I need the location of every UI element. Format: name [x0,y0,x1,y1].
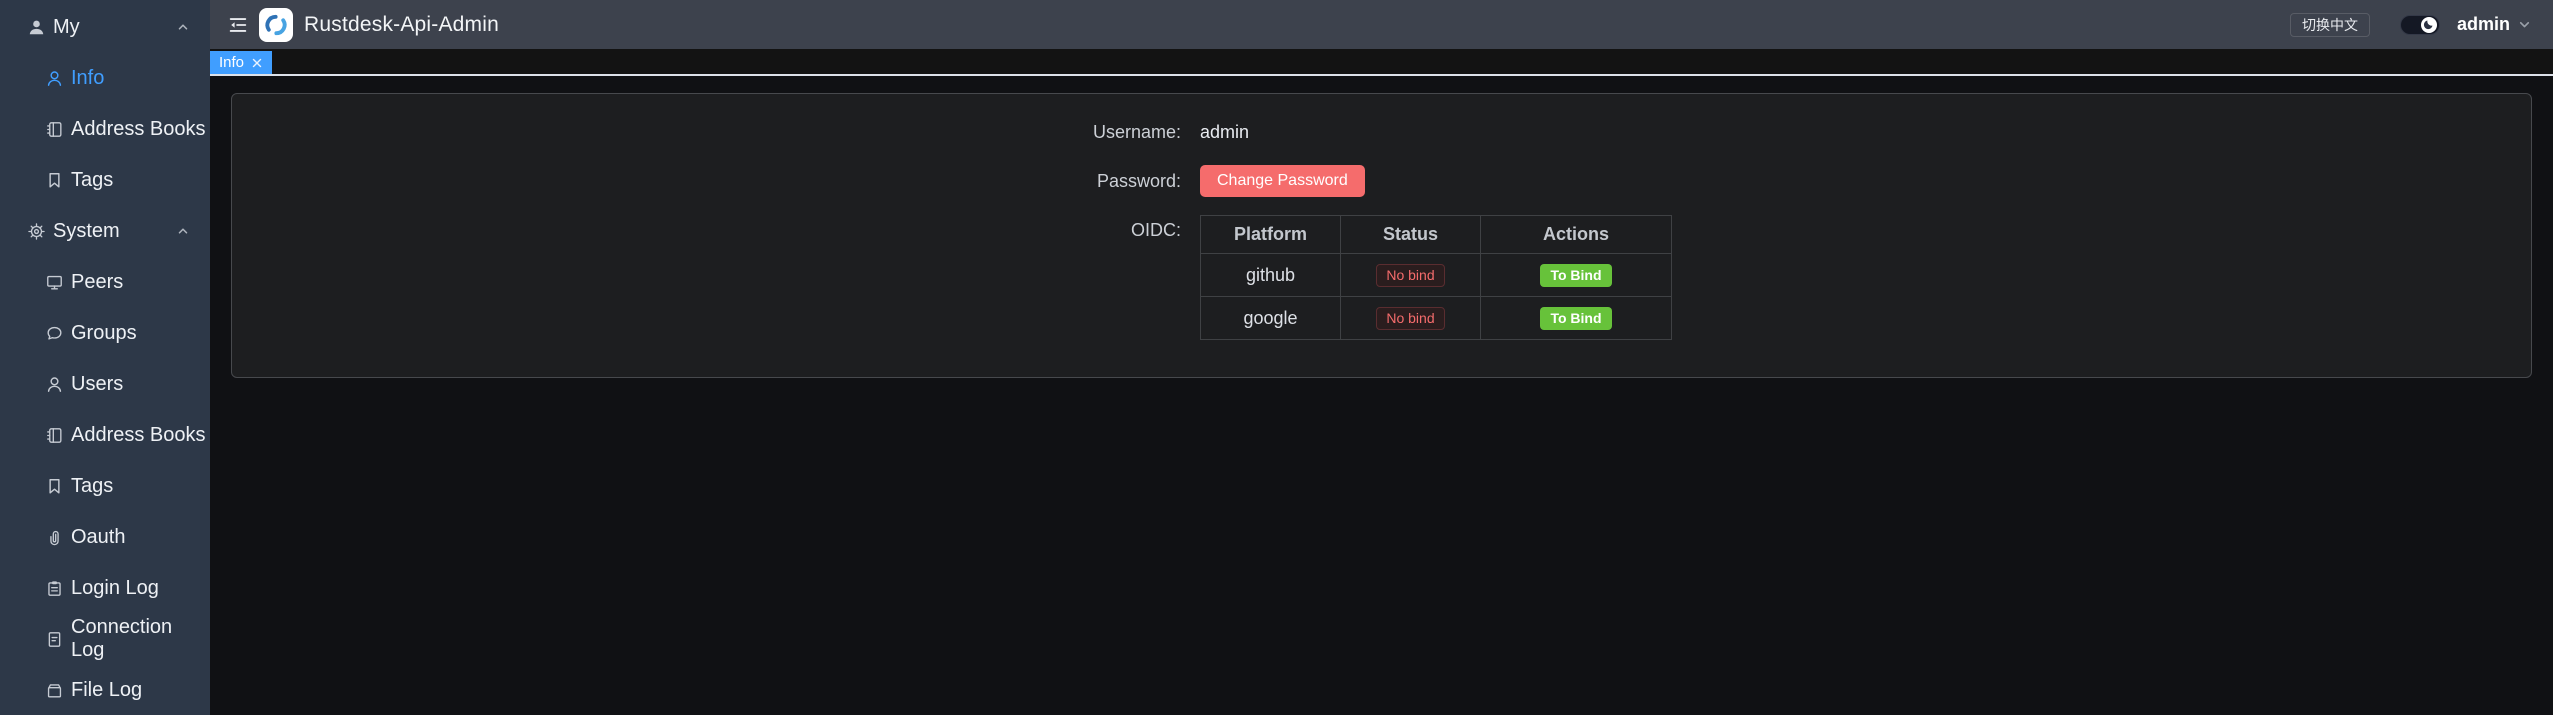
paperclip-icon [45,528,64,547]
to-bind-button[interactable]: To Bind [1540,307,1611,330]
sidebar-item-address-books-my[interactable]: Address Books [0,109,210,149]
sidebar-item-login-log[interactable]: Login Log [0,568,210,608]
sidebar-item-label: Oauth [71,526,125,549]
sidebar: My Info Address Books Tags [0,0,210,715]
tags-view-bar: Info [210,49,2553,76]
clipboard-icon [45,579,64,598]
sidebar-item-address-books-system[interactable]: Address Books [0,415,210,455]
user-info-form: Username: admin Password: Change Passwor… [232,94,2531,340]
username: admin [2457,14,2510,35]
sidebar-item-tags-my[interactable]: Tags [0,160,210,200]
sidebar-item-users[interactable]: Users [0,364,210,404]
gear-icon [27,222,46,241]
sidebar-menu: My Info Address Books Tags [0,0,210,710]
fold-menu-icon[interactable] [227,14,249,36]
bookmark-icon [45,171,64,190]
sidebar-section-label: System [53,220,120,243]
sidebar-item-info[interactable]: Info [0,58,210,98]
status-cell: No bind [1341,254,1481,297]
toggle-knob [2421,17,2437,33]
sidebar-item-file-log[interactable]: File Log [0,670,210,710]
sidebar-item-label: Tags [71,169,113,192]
info-card: Username: admin Password: Change Passwor… [231,93,2532,378]
oidc-row: OIDC: Platform Status Actions github [232,215,2531,340]
sidebar-item-label: Address Books [71,118,206,141]
address-book-icon [45,426,64,445]
password-row: Password: Change Password [232,165,2531,197]
switch-language-button[interactable]: 切换中文 [2290,13,2370,37]
username-label: Username: [232,119,1181,145]
table-header-row: Platform Status Actions [1201,216,1672,254]
username-row: Username: admin [232,119,2531,145]
dark-mode-toggle[interactable] [2400,15,2440,35]
sidebar-section-system[interactable]: System [0,211,210,251]
oidc-table: Platform Status Actions github No bind [1200,215,1672,340]
sidebar-item-label: Peers [71,271,123,294]
status-cell: No bind [1341,297,1481,340]
sidebar-section-my[interactable]: My [0,7,210,47]
change-password-button[interactable]: Change Password [1200,165,1365,197]
user-outline-icon [45,375,64,394]
main-content: Username: admin Password: Change Passwor… [210,78,2553,715]
table-row-google: google No bind To Bind [1201,297,1672,340]
user-dropdown[interactable]: admin [2457,14,2532,35]
rustdesk-logo [259,8,293,42]
sidebar-item-label: Tags [71,475,113,498]
oidc-label: OIDC: [232,215,1181,245]
platform-cell: google [1201,297,1341,340]
column-header-actions: Actions [1481,216,1672,254]
actions-cell: To Bind [1481,297,1672,340]
status-badge: No bind [1376,307,1444,330]
bookmark-icon [45,477,64,496]
sidebar-item-groups[interactable]: Groups [0,313,210,353]
to-bind-button[interactable]: To Bind [1540,264,1611,287]
chevron-down-icon [2517,17,2532,32]
chevron-up-icon [176,224,190,238]
password-label: Password: [232,165,1181,197]
sidebar-item-label: Login Log [71,577,159,600]
username-value: admin [1200,119,1249,145]
top-bar: Rustdesk-Api-Admin 切换中文 admin [210,0,2553,49]
status-badge: No bind [1376,264,1444,287]
app-title: Rustdesk-Api-Admin [304,13,499,37]
sidebar-item-label: Address Books [71,424,206,447]
column-header-status: Status [1341,216,1481,254]
header-right: 切换中文 admin [2290,13,2553,37]
sidebar-item-label: Info [71,67,104,90]
chat-bubble-icon [45,324,64,343]
user-outline-icon [45,69,64,88]
user-filled-icon [27,18,46,37]
table-row-github: github No bind To Bind [1201,254,1672,297]
column-header-platform: Platform [1201,216,1341,254]
sidebar-item-label: File Log [71,679,142,702]
actions-cell: To Bind [1481,254,1672,297]
document-icon [45,630,64,649]
sidebar-item-connection-log[interactable]: Connection Log [0,619,210,659]
sidebar-section-label: My [53,16,80,39]
sidebar-item-tags-system[interactable]: Tags [0,466,210,506]
chevron-up-icon [176,20,190,34]
monitor-icon [45,273,64,292]
archive-box-icon [45,681,64,700]
platform-cell: github [1201,254,1341,297]
tab-label: Info [219,54,244,71]
sidebar-item-label: Groups [71,322,137,345]
sidebar-item-label: Connection Log [71,616,210,662]
sidebar-item-peers[interactable]: Peers [0,262,210,302]
address-book-icon [45,120,64,139]
tab-info[interactable]: Info [210,51,272,74]
close-icon[interactable] [251,57,263,69]
sidebar-item-label: Users [71,373,123,396]
sidebar-item-oauth[interactable]: Oauth [0,517,210,557]
